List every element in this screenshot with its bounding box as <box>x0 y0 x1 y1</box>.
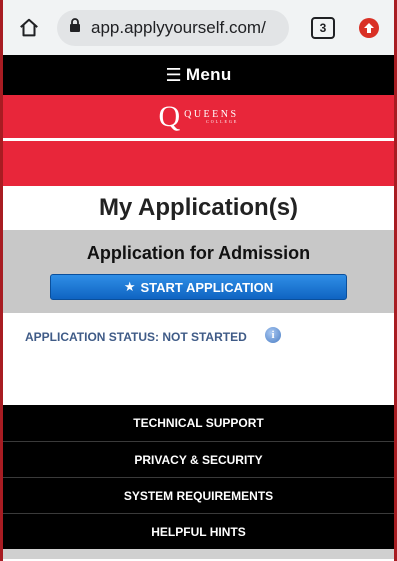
logo-sub: COLLEGE <box>206 118 239 124</box>
admission-heading: Application for Admission <box>86 243 311 263</box>
footer-link-label: SYSTEM REQUIREMENTS <box>123 488 274 503</box>
tab-count: 3 <box>319 20 327 35</box>
header-red-band <box>3 141 394 186</box>
info-icon[interactable]: i <box>265 327 281 343</box>
menu-label: Menu <box>185 65 232 84</box>
profile-upload-icon[interactable] <box>359 17 379 38</box>
lock-icon <box>69 17 81 38</box>
hamburger-icon: ☰ <box>165 64 182 85</box>
admission-panel: Application for Admission ★ START APPLIC… <box>3 230 394 313</box>
footer-links: TECHNICAL SUPPORT PRIVACY & SECURITY SYS… <box>3 405 394 549</box>
footer-link-privacy-security[interactable]: PRIVACY & SECURITY <box>3 441 394 477</box>
address-bar[interactable]: app.applyyourself.com/ <box>57 9 289 46</box>
header-logo-band: Q QUEENS COLLEGE <box>3 95 394 138</box>
footer-link-system-requirements[interactable]: SYSTEM REQUIREMENTS <box>3 477 394 513</box>
start-application-button[interactable]: ★ START APPLICATION <box>50 274 347 300</box>
footer-link-label: TECHNICAL SUPPORT <box>133 416 264 430</box>
bottom-strip <box>3 549 394 559</box>
star-icon: ★ <box>123 279 136 294</box>
logo-name: QUEENS <box>184 108 239 120</box>
page-title: My Application(s) <box>98 194 299 221</box>
footer-link-label: HELPFUL HINTS <box>151 524 246 539</box>
menu-toggle[interactable]: ☰ Menu <box>3 55 394 95</box>
browser-toolbar: app.applyyourself.com/ 3 <box>3 0 394 55</box>
application-status: APPLICATION STATUS: NOT STARTED <box>25 330 247 344</box>
status-area: APPLICATION STATUS: NOT STARTED i <box>3 313 394 405</box>
footer-link-technical-support[interactable]: TECHNICAL SUPPORT <box>3 405 394 441</box>
logo-letter: Q <box>158 99 181 133</box>
footer-link-label: PRIVACY & SECURITY <box>134 452 263 467</box>
app-frame: app.applyyourself.com/ 3 ☰ Menu Q QUEENS… <box>3 0 394 561</box>
tabs-icon[interactable]: 3 <box>311 16 335 39</box>
home-icon[interactable] <box>13 12 45 44</box>
queens-college-logo[interactable]: Q QUEENS COLLEGE <box>158 99 239 133</box>
footer-link-helpful-hints[interactable]: HELPFUL HINTS <box>3 513 394 549</box>
start-application-label: START APPLICATION <box>140 279 274 295</box>
url-text: app.applyyourself.com/ <box>91 17 266 37</box>
